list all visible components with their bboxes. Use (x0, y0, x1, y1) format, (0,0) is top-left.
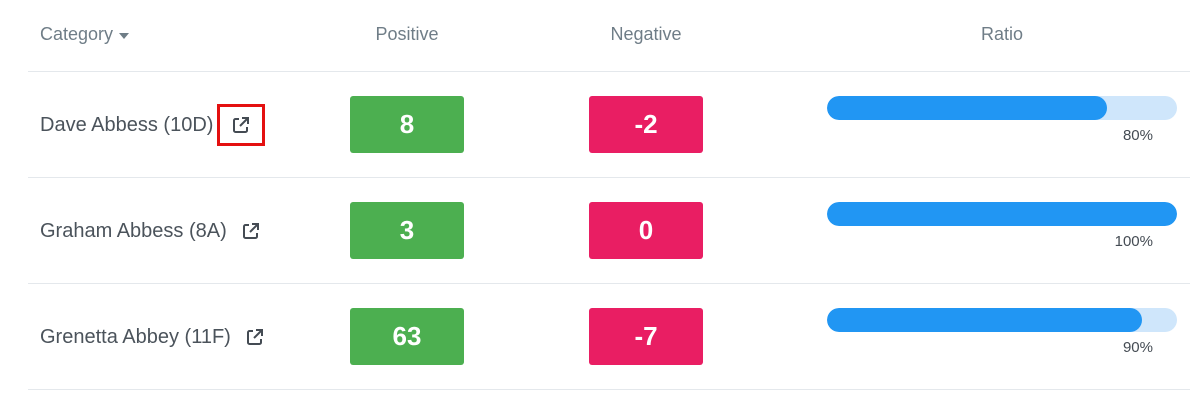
ratio-bar-track (827, 96, 1177, 120)
external-link-icon (242, 223, 259, 239)
points-table: Category Positive Negative Ratio Dave Ab… (28, 0, 1190, 390)
positive-badge: 63 (350, 308, 464, 365)
positive-header: Positive (375, 24, 439, 44)
external-link-icon (246, 329, 263, 345)
ratio-percent: 100% (1114, 233, 1153, 250)
student-name-cell: Grenetta Abbey (11F) (40, 284, 275, 390)
table-row: Dave Abbess (10D) 8 -2 80% (28, 72, 1190, 178)
student-name: Grenetta Abbey (11F) (40, 325, 231, 348)
external-link-button[interactable] (235, 317, 275, 357)
student-name: Graham Abbess (8A) (40, 219, 227, 242)
external-link-icon (233, 117, 250, 133)
table-row: Graham Abbess (8A) 3 0 100% (28, 178, 1190, 284)
negative-badge: -2 (589, 96, 703, 153)
ratio-bar-track (827, 202, 1177, 226)
ratio-percent: 80% (1122, 127, 1153, 144)
ratio-header: Ratio (980, 24, 1024, 44)
ratio-cell: 90% (827, 308, 1177, 356)
ratio-percent: 90% (1122, 339, 1153, 356)
ratio-cell: 80% (827, 96, 1177, 144)
student-name-cell: Graham Abbess (8A) (40, 178, 271, 284)
positive-badge: 3 (350, 202, 464, 259)
category-sort-header[interactable]: Category (40, 24, 130, 44)
student-name-cell: Dave Abbess (10D) (40, 72, 266, 178)
ratio-bar-fill (827, 308, 1142, 332)
table-row: Grenetta Abbey (11F) 63 -7 90% (28, 284, 1190, 390)
sort-down-icon (119, 32, 130, 39)
category-header-label: Category (40, 24, 114, 44)
ratio-bar-track (827, 308, 1177, 332)
table-header: Category Positive Negative Ratio (28, 0, 1190, 72)
ratio-cell: 100% (827, 202, 1177, 250)
external-link-button[interactable] (231, 211, 271, 251)
negative-header: Negative (610, 24, 682, 44)
negative-badge: 0 (589, 202, 703, 259)
external-link-button[interactable] (217, 104, 266, 146)
positive-badge: 8 (350, 96, 464, 153)
ratio-bar-fill (827, 96, 1107, 120)
student-name: Dave Abbess (10D) (40, 113, 214, 136)
ratio-bar-fill (827, 202, 1177, 226)
negative-badge: -7 (589, 308, 703, 365)
